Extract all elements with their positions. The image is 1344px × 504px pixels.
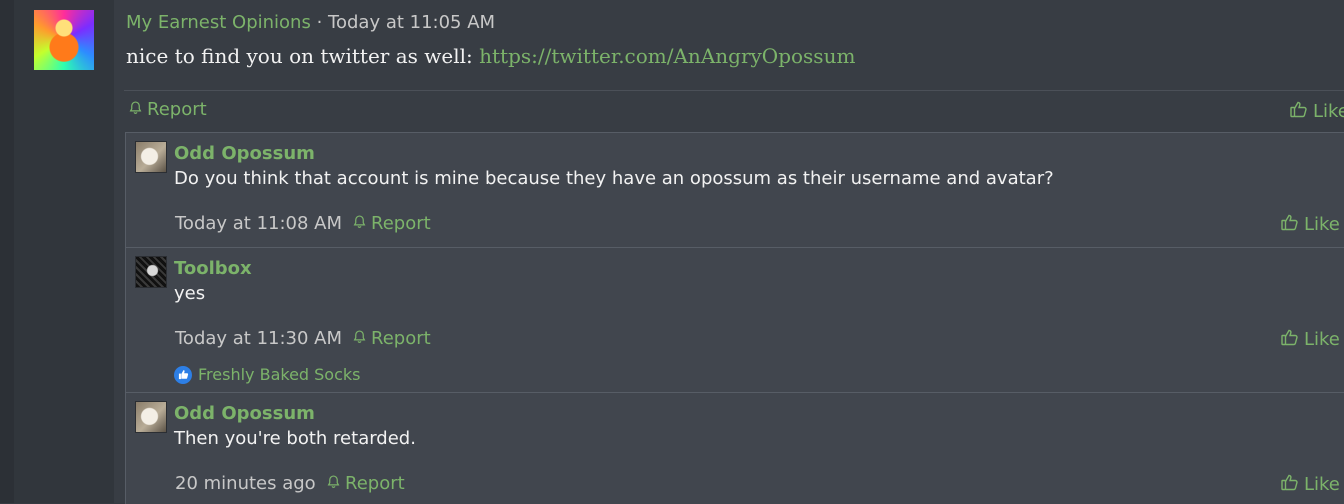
reply-timestamp[interactable]: Today at 11:08 AM <box>175 213 342 234</box>
bell-icon <box>352 328 367 349</box>
post-author-name[interactable]: My Earnest Opinions <box>126 12 311 33</box>
reply-timestamp[interactable]: 20 minutes ago <box>175 473 316 494</box>
thumbs-up-icon <box>1280 327 1300 352</box>
post-header: My Earnest Opinions · Today at 11:05 AM <box>126 12 495 33</box>
report-button[interactable]: Report <box>352 328 431 349</box>
like-label: Like <box>1304 474 1340 495</box>
avatar[interactable] <box>135 141 167 173</box>
left-rail <box>0 0 15 503</box>
post-body: nice to find you on twitter as well: htt… <box>126 44 855 68</box>
post-timestamp[interactable]: Today at 11:05 AM <box>328 12 495 33</box>
reply-item: Odd Opossum Do you think that account is… <box>126 133 1344 247</box>
reaction-user[interactable]: Freshly Baked Socks <box>198 365 361 384</box>
thumbs-up-icon <box>1280 212 1300 237</box>
reaction-summary[interactable]: Freshly Baked Socks <box>174 365 361 384</box>
thumbs-up-icon <box>1289 99 1309 124</box>
report-label: Report <box>371 328 431 349</box>
post-divider <box>124 90 1344 91</box>
reply-author-name[interactable]: Odd Opossum <box>174 143 315 164</box>
like-reaction-icon <box>174 365 192 384</box>
reply-author-name[interactable]: Odd Opossum <box>174 403 315 424</box>
reply-text: Do you think that account is mine becaus… <box>174 168 1054 189</box>
bell-icon <box>326 473 341 494</box>
reply-author-name[interactable]: Toolbox <box>174 258 252 279</box>
report-label: Report <box>371 213 431 234</box>
bell-icon <box>128 99 143 120</box>
reply-timestamp[interactable]: Today at 11:30 AM <box>175 328 342 349</box>
reply-text: Then you're both retarded. <box>174 428 416 449</box>
twitter-link[interactable]: https://twitter.com/AnAngryOpossum <box>479 44 855 68</box>
avatar[interactable] <box>135 401 167 433</box>
report-label: Report <box>147 99 207 120</box>
like-button[interactable]: Like <box>1280 472 1340 497</box>
reply-item: Odd Opossum Then you're both retarded. 2… <box>126 393 1344 504</box>
avatar[interactable] <box>34 10 94 70</box>
avatar[interactable] <box>135 256 167 288</box>
like-label: Like <box>1313 101 1344 122</box>
header-separator: · <box>316 12 323 33</box>
bell-icon <box>352 213 367 234</box>
replies-container: Odd Opossum Do you think that account is… <box>125 132 1344 504</box>
report-button[interactable]: Report <box>128 99 207 120</box>
reply-item: Toolbox yes Today at 11:30 AM Report Lik… <box>126 248 1344 392</box>
like-label: Like <box>1304 214 1340 235</box>
report-label: Report <box>345 473 405 494</box>
like-button[interactable]: Like <box>1280 327 1340 352</box>
like-label: Like <box>1304 329 1340 350</box>
report-button[interactable]: Report <box>326 473 405 494</box>
report-button[interactable]: Report <box>352 213 431 234</box>
like-button[interactable]: Like <box>1280 212 1340 237</box>
reply-text: yes <box>174 283 206 304</box>
post-author-column <box>14 0 114 503</box>
post-body-text: nice to find you on twitter as well: <box>126 44 480 68</box>
thumbs-up-icon <box>1280 472 1300 497</box>
like-button[interactable]: Like <box>1289 99 1344 124</box>
